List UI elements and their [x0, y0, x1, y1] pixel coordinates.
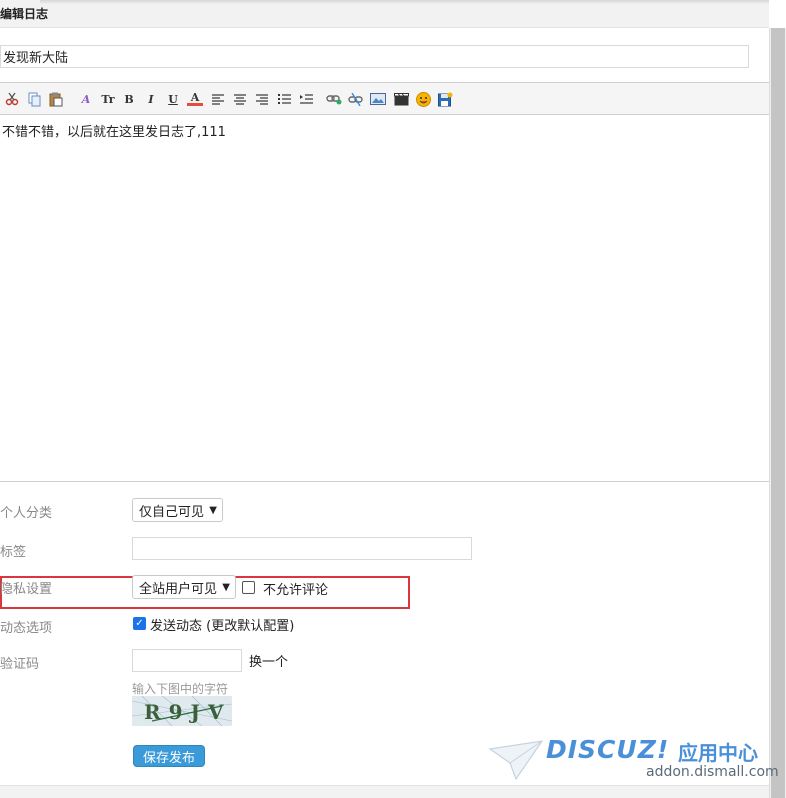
category-select[interactable]: 仅自己可见 ▼	[132, 498, 223, 522]
editor-text: 不错不错，以后就在这里发日志了,111	[2, 125, 226, 140]
header-shadow	[40, 0, 769, 4]
privacy-label: 隐私设置	[0, 582, 53, 597]
captcha-chars: R9JV	[144, 700, 232, 724]
italic-icon[interactable]: I	[143, 91, 159, 107]
emoticon-icon[interactable]	[415, 91, 431, 107]
align-center-icon[interactable]	[232, 91, 248, 107]
bold-icon[interactable]: B	[121, 91, 137, 107]
no-comment-checkbox[interactable]	[242, 581, 255, 594]
category-select-value: 仅自己可见	[139, 504, 205, 520]
feed-option-text: 发送动态 (更改默认配置)	[150, 619, 295, 634]
discuz-watermark: DISCUZ! 应用中心 addon.dismall.com	[488, 733, 779, 785]
unlink-icon[interactable]	[348, 91, 364, 107]
scrollbar-thumb[interactable]	[771, 28, 785, 798]
captcha-refresh-link[interactable]: 换一个	[249, 651, 288, 670]
page-title: 编辑日志	[0, 7, 49, 21]
font-size-icon[interactable]: Tr	[100, 91, 116, 107]
paste-icon[interactable]	[48, 91, 64, 107]
cut-icon[interactable]	[4, 91, 20, 107]
blog-title-input[interactable]	[0, 45, 749, 68]
footer-bar	[0, 785, 769, 798]
captcha-label: 验证码	[0, 657, 40, 672]
privacy-select[interactable]: 全站用户可见 ▼	[132, 575, 236, 599]
copy-icon[interactable]	[27, 91, 43, 107]
feed-label: 动态选项	[0, 621, 53, 636]
font-color-icon[interactable]: A	[187, 91, 203, 106]
font-icon[interactable]: A	[78, 91, 94, 107]
tags-input[interactable]	[132, 537, 472, 560]
privacy-select-value: 全站用户可见	[139, 581, 218, 597]
underline-icon[interactable]: U	[165, 91, 181, 107]
ordered-list-icon[interactable]	[276, 91, 292, 107]
save-publish-button[interactable]: 保存发布	[133, 745, 205, 767]
editor-toolbar: A Tr B I U A	[0, 82, 769, 115]
header-bar	[0, 0, 769, 28]
link-icon[interactable]	[326, 91, 342, 107]
feed-checkbox[interactable]: ✓	[133, 617, 146, 630]
category-label: 个人分类	[0, 506, 53, 521]
captcha-image[interactable]: R9JV	[132, 696, 232, 726]
captcha-hint: 输入下图中的字符	[132, 682, 229, 696]
chevron-down-icon: ▼	[222, 582, 230, 593]
paper-plane-icon	[488, 740, 544, 781]
watermark-brand: DISCUZ!	[546, 735, 670, 764]
captcha-input[interactable]	[132, 649, 242, 672]
save-draft-icon[interactable]	[437, 91, 453, 107]
align-right-icon[interactable]	[254, 91, 270, 107]
align-left-icon[interactable]	[210, 91, 226, 107]
watermark-cn: 应用中心	[678, 741, 758, 765]
indent-icon[interactable]	[298, 91, 314, 107]
editor-content-area[interactable]: 不错不错，以后就在这里发日志了,111	[0, 116, 769, 482]
tags-label: 标签	[0, 545, 27, 560]
scrollbar[interactable]	[769, 28, 786, 798]
chevron-down-icon: ▼	[209, 505, 217, 516]
watermark-url: addon.dismall.com	[646, 764, 779, 780]
image-icon[interactable]	[370, 91, 386, 107]
video-icon[interactable]	[393, 91, 409, 107]
no-comment-label: 不允许评论	[263, 583, 329, 598]
